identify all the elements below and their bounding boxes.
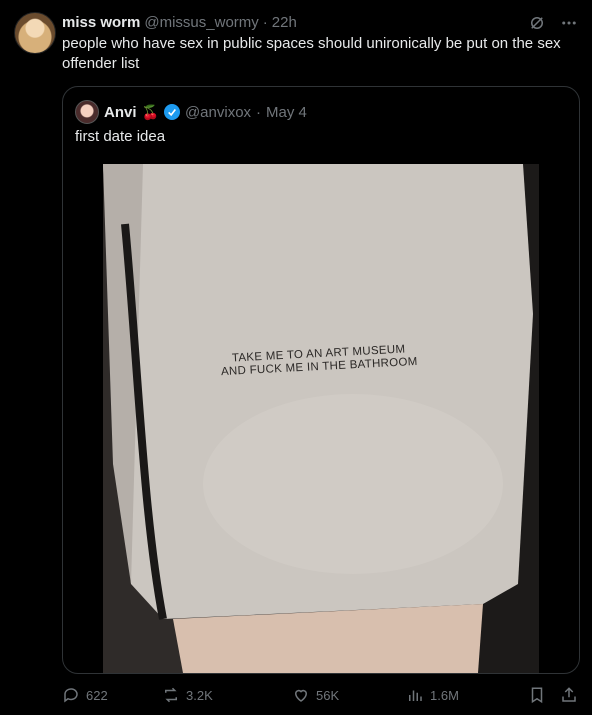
quote-date: May 4 — [266, 103, 307, 121]
author-name[interactable]: miss worm — [62, 14, 140, 31]
tweet-text: people who have sex in public spaces sho… — [62, 35, 561, 72]
quote-separator: · — [256, 103, 262, 121]
separator-dot: · — [262, 13, 268, 31]
like-icon — [294, 689, 308, 702]
author-avatar[interactable] — [14, 12, 56, 54]
tweet-header: miss worm @missus_wormy · 22h — [62, 12, 578, 32]
more-icon[interactable] — [560, 14, 578, 36]
tweet-time[interactable]: 22h — [272, 14, 297, 31]
action-right-group — [528, 686, 578, 704]
verified-icon — [163, 104, 180, 120]
view-count: 1.6M — [430, 687, 459, 703]
share-icon[interactable] — [560, 686, 578, 704]
views-icon — [409, 690, 422, 701]
repost-icon — [165, 687, 177, 703]
views-button[interactable]: 1.6M — [406, 686, 516, 704]
quote-text: first date idea — [75, 128, 166, 145]
quote-avatar — [75, 100, 99, 124]
quote-photo[interactable]: TAKE ME TO AN ART MUSEUM AND FUCK ME IN … — [103, 164, 539, 673]
reply-count: 622 — [86, 687, 108, 703]
author-handle[interactable]: @missus_wormy — [144, 14, 258, 31]
shirt-illustration — [103, 164, 539, 673]
grok-icon[interactable] — [528, 14, 546, 36]
repost-button[interactable]: 3.2K — [162, 686, 292, 704]
bookmark-icon[interactable] — [528, 686, 546, 704]
like-count: 56K — [316, 687, 340, 703]
quote-author-handle: @anvixox — [184, 103, 252, 121]
quote-author-name: Anvi — [104, 103, 137, 121]
like-button[interactable]: 56K — [292, 686, 406, 704]
quoted-tweet[interactable]: Anvi 🍒 @anvixox · May 4 first date idea … — [62, 86, 580, 674]
action-bar: 622 3.2K 56K 1.6M — [62, 684, 578, 706]
repost-count: 3.2K — [186, 687, 213, 703]
cherry-emoji: 🍒 — [141, 103, 159, 120]
reply-button[interactable]: 622 — [62, 686, 162, 704]
reply-icon — [64, 688, 78, 703]
quote-header: Anvi 🍒 @anvixox · May 4 — [75, 100, 307, 124]
